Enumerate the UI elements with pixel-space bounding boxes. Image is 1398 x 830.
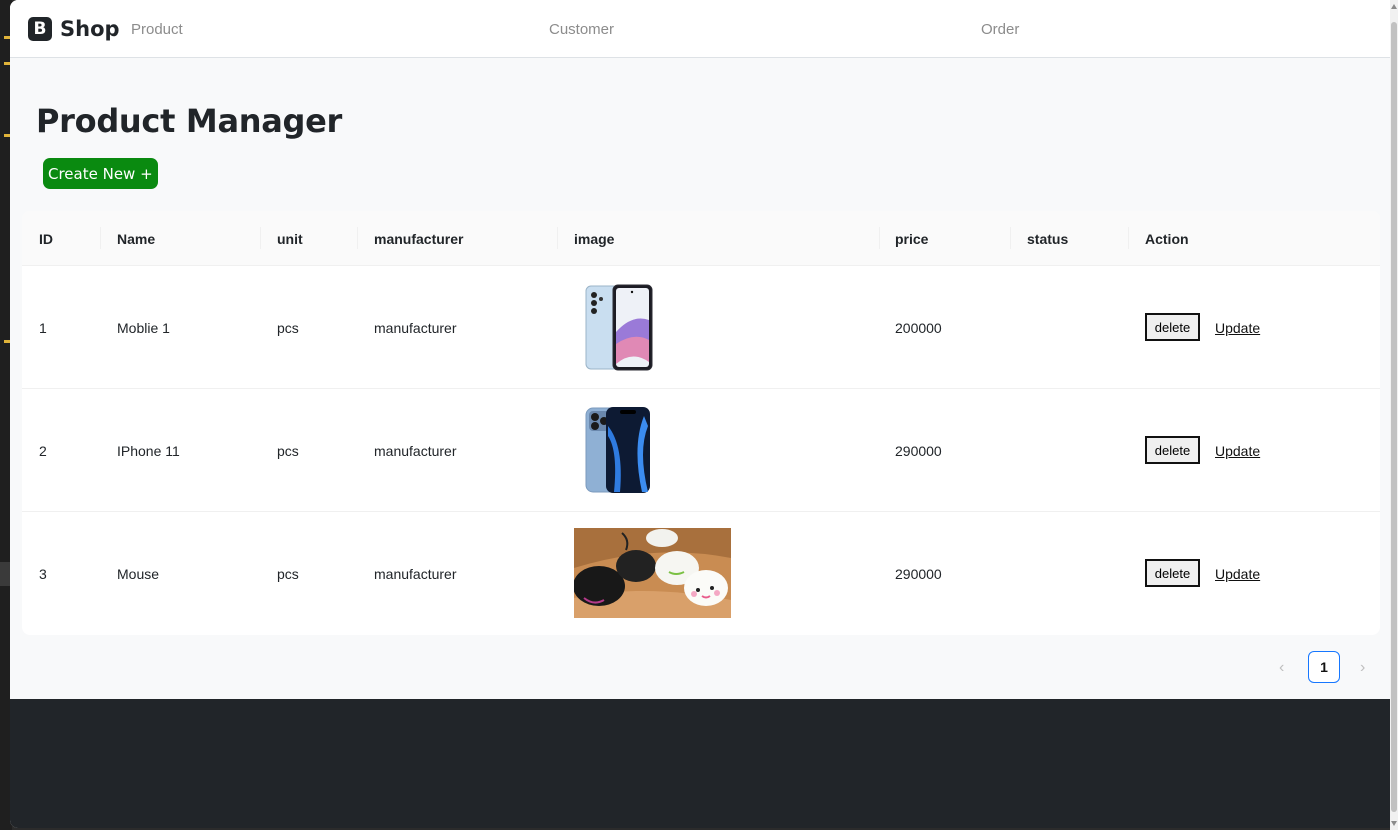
column-header-id: ID	[39, 231, 53, 247]
table-header: ID Name unit manufacturer image price st…	[22, 211, 1380, 266]
cell-manufacturer: manufacturer	[374, 320, 457, 336]
column-divider	[879, 227, 880, 249]
table-row: 2 IPhone 11 pcs manufacturer 290000 dele…	[22, 389, 1380, 512]
cell-id: 1	[39, 320, 47, 336]
pagination-next-icon[interactable]: ›	[1360, 659, 1365, 677]
delete-button[interactable]: delete	[1145, 313, 1200, 341]
column-header-price: price	[895, 231, 929, 247]
scroll-up-icon[interactable]	[1391, 4, 1397, 9]
browser-window: B Shop Product Customer Order Product Ma…	[10, 0, 1390, 828]
mouse-image	[574, 528, 731, 618]
cell-unit: pcs	[277, 320, 299, 336]
delete-button[interactable]: delete	[1145, 436, 1200, 464]
scrollbar-thumb[interactable]	[1391, 22, 1397, 812]
pagination-page-1[interactable]: 1	[1308, 651, 1340, 683]
scrollbar[interactable]	[1390, 0, 1398, 830]
column-header-action: Action	[1145, 231, 1189, 247]
column-header-manufacturer: manufacturer	[374, 231, 464, 247]
cell-manufacturer: manufacturer	[374, 566, 457, 582]
column-divider	[557, 227, 558, 249]
column-header-name: Name	[117, 231, 156, 247]
cell-price: 290000	[895, 566, 942, 582]
cell-price: 200000	[895, 320, 942, 336]
iphone-image	[585, 407, 650, 493]
table-row: 1 Moblie 1 pcs manufacturer 200000 delet…	[22, 266, 1380, 389]
phone-image	[585, 284, 653, 371]
table-row: 3 Mouse pcs manufacturer 290000 delete U…	[22, 512, 1380, 635]
delete-button[interactable]: delete	[1145, 559, 1200, 587]
cell-name: Mouse	[117, 566, 160, 582]
nav-link-order[interactable]: Order	[981, 21, 1019, 38]
column-header-status: status	[1027, 231, 1069, 247]
create-new-button[interactable]: Create New +	[43, 158, 158, 189]
cell-name: IPhone 11	[117, 443, 180, 459]
page-title: Product Manager	[36, 102, 343, 140]
scroll-down-icon[interactable]	[1391, 821, 1397, 826]
navbar: B Shop Product Customer Order	[10, 0, 1390, 58]
column-divider	[1128, 227, 1129, 249]
bootstrap-logo-icon: B	[28, 17, 52, 41]
cell-price: 290000	[895, 443, 942, 459]
product-table: ID Name unit manufacturer image price st…	[22, 211, 1380, 635]
pagination-prev-icon[interactable]: ‹	[1279, 659, 1284, 677]
cell-manufacturer: manufacturer	[374, 443, 457, 459]
cell-unit: pcs	[277, 443, 299, 459]
column-divider	[357, 227, 358, 249]
column-divider	[100, 227, 101, 249]
brand[interactable]: B Shop	[28, 17, 120, 41]
update-link[interactable]: Update	[1215, 443, 1260, 459]
column-header-unit: unit	[277, 231, 303, 247]
cell-id: 3	[39, 566, 47, 582]
update-link[interactable]: Update	[1215, 320, 1260, 336]
cell-unit: pcs	[277, 566, 299, 582]
nav-link-product[interactable]: Product	[131, 21, 183, 38]
brand-name: Shop	[60, 17, 120, 41]
update-link[interactable]: Update	[1215, 566, 1260, 582]
column-divider	[260, 227, 261, 249]
column-header-image: image	[574, 231, 615, 247]
column-divider	[1010, 227, 1011, 249]
cell-id: 2	[39, 443, 47, 459]
footer	[10, 699, 1390, 828]
nav-link-customer[interactable]: Customer	[549, 21, 614, 38]
cell-name: Moblie 1	[117, 320, 170, 336]
